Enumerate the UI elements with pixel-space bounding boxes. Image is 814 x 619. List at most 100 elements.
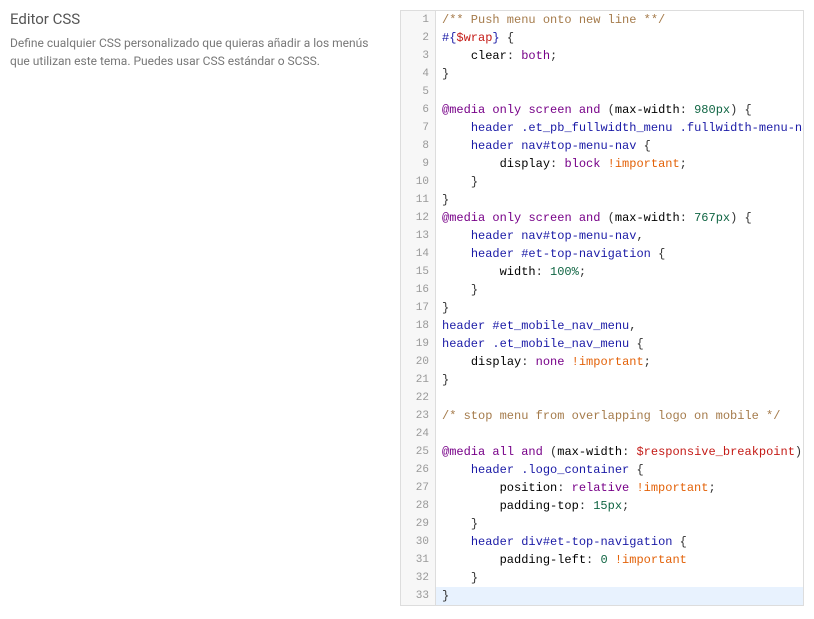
line-number: 24 — [401, 425, 436, 443]
line-number: 14 — [401, 245, 436, 263]
code-line-content[interactable]: } — [436, 515, 803, 533]
code-line-content[interactable]: @media only screen and (max-width: 767px… — [436, 209, 803, 227]
settings-row: Editor CSS Define cualquier CSS personal… — [10, 10, 804, 606]
code-line[interactable]: 27 position: relative !important; — [401, 479, 803, 497]
line-number: 2 — [401, 29, 436, 47]
code-line-content[interactable]: width: 100%; — [436, 263, 803, 281]
code-line-content[interactable]: header div#et-top-navigation { — [436, 533, 803, 551]
code-line-content[interactable]: } — [436, 65, 803, 83]
line-number: 6 — [401, 101, 436, 119]
code-line-content[interactable]: clear: both; — [436, 47, 803, 65]
code-line-content[interactable]: header .et_mobile_nav_menu { — [436, 335, 803, 353]
code-line-content[interactable]: header .et_pb_fullwidth_menu .fullwidth-… — [436, 119, 804, 137]
line-number: 15 — [401, 263, 436, 281]
code-line-content[interactable]: header #et_mobile_nav_menu, — [436, 317, 803, 335]
code-line-content[interactable]: header #et-top-navigation { — [436, 245, 803, 263]
code-line-content[interactable]: } — [436, 587, 803, 605]
line-number: 25 — [401, 443, 436, 461]
code-line[interactable]: 16 } — [401, 281, 803, 299]
code-line[interactable]: 3 clear: both; — [401, 47, 803, 65]
code-line-content[interactable]: header nav#top-menu-nav { — [436, 137, 803, 155]
line-number: 9 — [401, 155, 436, 173]
code-line-content[interactable]: } — [436, 281, 803, 299]
code-line-content[interactable] — [436, 425, 803, 443]
code-line-content[interactable] — [436, 389, 803, 407]
code-line[interactable]: 21} — [401, 371, 803, 389]
code-line-content[interactable]: } — [436, 569, 803, 587]
code-line-content[interactable]: header .logo_container { — [436, 461, 803, 479]
line-number: 3 — [401, 47, 436, 65]
code-line[interactable]: 25@media all and (max-width: $responsive… — [401, 443, 803, 461]
line-number: 10 — [401, 173, 436, 191]
code-line-content[interactable]: header nav#top-menu-nav, — [436, 227, 803, 245]
code-line[interactable]: 6@media only screen and (max-width: 980p… — [401, 101, 803, 119]
code-line-content[interactable]: @media all and (max-width: $responsive_b… — [436, 443, 804, 461]
code-line[interactable]: 13 header nav#top-menu-nav, — [401, 227, 803, 245]
line-number: 13 — [401, 227, 436, 245]
line-number: 8 — [401, 137, 436, 155]
code-line-content[interactable]: } — [436, 173, 803, 191]
code-line[interactable]: 28 padding-top: 15px; — [401, 497, 803, 515]
code-line[interactable]: 31 padding-left: 0 !important — [401, 551, 803, 569]
line-number: 17 — [401, 299, 436, 317]
code-line[interactable]: 17} — [401, 299, 803, 317]
line-number: 11 — [401, 191, 436, 209]
line-number: 31 — [401, 551, 436, 569]
code-line[interactable]: 33} — [401, 587, 803, 605]
code-line[interactable]: 5 — [401, 83, 803, 101]
setting-description: Define cualquier CSS personalizado que q… — [10, 34, 380, 70]
code-line-content[interactable]: padding-left: 0 !important — [436, 551, 803, 569]
code-line[interactable]: 11} — [401, 191, 803, 209]
line-number: 33 — [401, 587, 436, 605]
code-line[interactable]: 10 } — [401, 173, 803, 191]
code-line[interactable]: 26 header .logo_container { — [401, 461, 803, 479]
line-number: 18 — [401, 317, 436, 335]
code-line[interactable]: 15 width: 100%; — [401, 263, 803, 281]
code-line-content[interactable]: } — [436, 371, 803, 389]
code-line[interactable]: 19header .et_mobile_nav_menu { — [401, 335, 803, 353]
line-number: 19 — [401, 335, 436, 353]
code-line[interactable]: 22 — [401, 389, 803, 407]
code-line[interactable]: 20 display: none !important; — [401, 353, 803, 371]
line-number: 32 — [401, 569, 436, 587]
code-line[interactable]: 8 header nav#top-menu-nav { — [401, 137, 803, 155]
code-line[interactable]: 7 header .et_pb_fullwidth_menu .fullwidt… — [401, 119, 803, 137]
code-line[interactable]: 12@media only screen and (max-width: 767… — [401, 209, 803, 227]
code-line[interactable]: 29 } — [401, 515, 803, 533]
code-line[interactable]: 4} — [401, 65, 803, 83]
line-number: 16 — [401, 281, 436, 299]
css-code-editor[interactable]: 1/** Push menu onto new line **/2#{$wrap… — [400, 10, 804, 606]
line-number: 22 — [401, 389, 436, 407]
code-line-content[interactable]: display: block !important; — [436, 155, 803, 173]
code-line[interactable]: 32 } — [401, 569, 803, 587]
code-line-content[interactable]: /* stop menu from overlapping logo on mo… — [436, 407, 803, 425]
line-number: 12 — [401, 209, 436, 227]
code-line-content[interactable]: position: relative !important; — [436, 479, 803, 497]
code-line-content[interactable]: } — [436, 191, 803, 209]
code-line[interactable]: 23/* stop menu from overlapping logo on … — [401, 407, 803, 425]
code-line[interactable]: 30 header div#et-top-navigation { — [401, 533, 803, 551]
line-number: 5 — [401, 83, 436, 101]
line-number: 30 — [401, 533, 436, 551]
line-number: 23 — [401, 407, 436, 425]
code-line-content[interactable]: @media only screen and (max-width: 980px… — [436, 101, 803, 119]
code-line-content[interactable]: #{$wrap} { — [436, 29, 803, 47]
code-line[interactable]: 9 display: block !important; — [401, 155, 803, 173]
line-number: 26 — [401, 461, 436, 479]
line-number: 21 — [401, 371, 436, 389]
code-line[interactable]: 1/** Push menu onto new line **/ — [401, 11, 803, 29]
code-line[interactable]: 14 header #et-top-navigation { — [401, 245, 803, 263]
line-number: 7 — [401, 119, 436, 137]
code-line-content[interactable] — [436, 83, 803, 101]
code-line[interactable]: 2#{$wrap} { — [401, 29, 803, 47]
code-line-content[interactable]: } — [436, 299, 803, 317]
line-number: 20 — [401, 353, 436, 371]
code-line-content[interactable]: /** Push menu onto new line **/ — [436, 11, 803, 29]
code-line[interactable]: 24 — [401, 425, 803, 443]
line-number: 1 — [401, 11, 436, 29]
code-line[interactable]: 18header #et_mobile_nav_menu, — [401, 317, 803, 335]
line-number: 4 — [401, 65, 436, 83]
code-line-content[interactable]: display: none !important; — [436, 353, 803, 371]
code-line-content[interactable]: padding-top: 15px; — [436, 497, 803, 515]
setting-control-column: 1/** Push menu onto new line **/2#{$wrap… — [400, 10, 804, 606]
